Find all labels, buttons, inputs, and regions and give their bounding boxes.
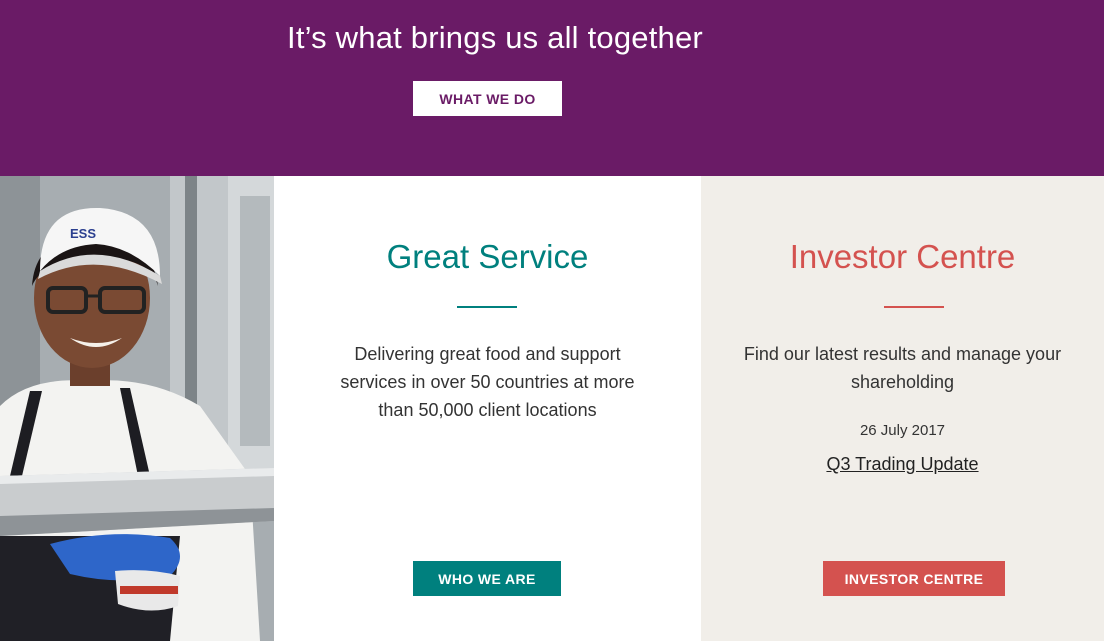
great-service-panel: Great Service Delivering great food and … [274, 176, 701, 641]
investor-centre-description: Find our latest results and manage your … [743, 344, 1062, 392]
chef-photo: ESS [0, 176, 274, 641]
investor-centre-divider [884, 306, 944, 308]
what-we-do-button[interactable]: WHAT WE DO [413, 81, 562, 116]
hero-banner: It’s what brings us all together WHAT WE… [0, 0, 1104, 176]
great-service-title: Great Service [386, 238, 589, 275]
investor-centre-panel: Investor Centre Find our latest results … [701, 176, 1104, 641]
cap-logo: ESS [70, 226, 96, 241]
hero-title: It’s what brings us all together [287, 20, 703, 55]
investor-centre-button[interactable]: INVESTOR CENTRE [823, 561, 1005, 596]
great-service-divider [457, 306, 517, 308]
q3-trading-update-link[interactable]: Q3 Trading Update [826, 454, 978, 474]
news-link-wrapper: Q3 Trading Update [701, 454, 1104, 475]
great-service-description: Delivering great food and support servic… [340, 344, 635, 420]
investor-centre-title: Investor Centre [789, 238, 1016, 275]
news-date: 26 July 2017 [859, 422, 946, 439]
who-we-are-button[interactable]: WHO WE ARE [413, 561, 561, 596]
